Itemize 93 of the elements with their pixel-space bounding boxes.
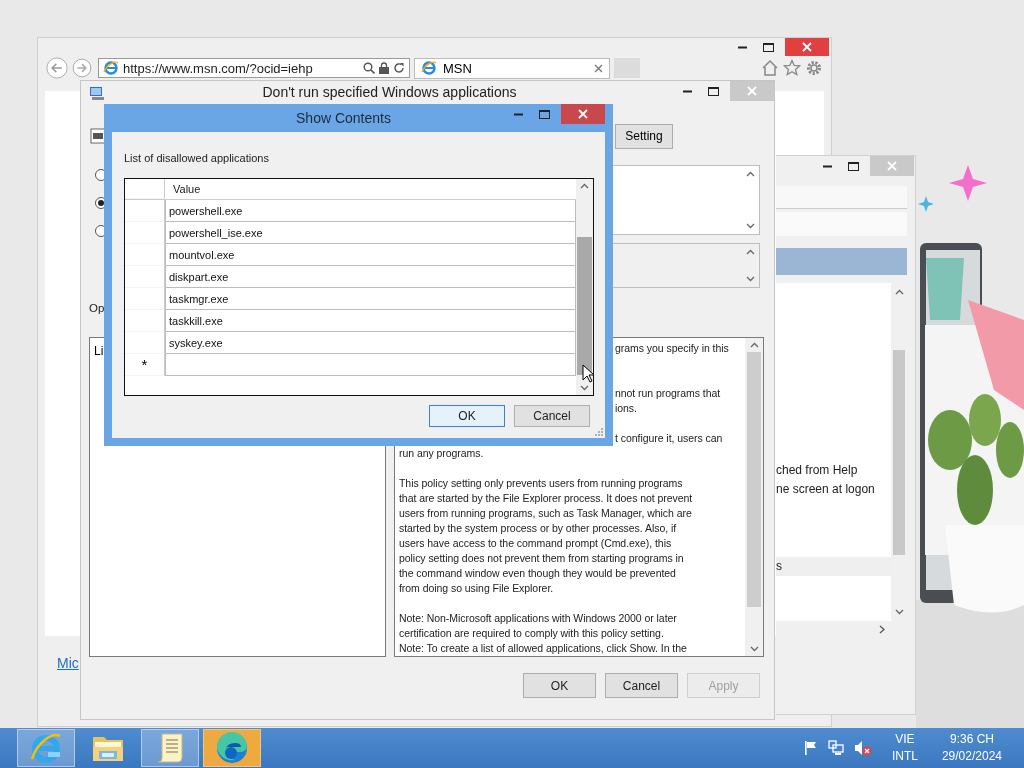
window-title: Don't run specified Windows applications bbox=[261, 83, 518, 100]
table-cell[interactable]: syskey.exe bbox=[165, 332, 576, 354]
help-text-line: Note: To create a list of allowed applications, click Show. In the bbox=[399, 641, 688, 656]
clock-time[interactable]: 9:36 CH bbox=[949, 731, 994, 748]
lock-icon bbox=[379, 62, 389, 74]
close-icon[interactable] bbox=[594, 63, 603, 73]
close-button[interactable] bbox=[785, 38, 829, 56]
help-text-line: users have access to the command prompt (Cmd.exe), this bbox=[399, 536, 673, 551]
forward-button[interactable] bbox=[72, 58, 92, 78]
dialog-button[interactable]: OK bbox=[523, 673, 596, 698]
table-cell[interactable]: mountvol.exe bbox=[165, 244, 576, 266]
scroll-up-icon[interactable] bbox=[580, 183, 589, 189]
scroll-up-icon[interactable] bbox=[894, 289, 904, 295]
dialog-button[interactable]: OK bbox=[429, 405, 505, 427]
maximize-icon bbox=[538, 109, 550, 119]
ie-icon bbox=[421, 60, 437, 76]
close-icon bbox=[802, 42, 812, 52]
help-text-line: grams you specify in this bbox=[615, 341, 730, 356]
close-button[interactable] bbox=[561, 104, 605, 124]
maximize-icon bbox=[847, 161, 859, 171]
scroll-up-icon[interactable] bbox=[749, 342, 759, 348]
help-text-line: from doing so using File Explorer. bbox=[399, 581, 555, 596]
maximize-icon bbox=[762, 42, 774, 52]
help-text-line: policy setting does not prevent them from starting programs in bbox=[399, 551, 685, 566]
close-icon bbox=[578, 109, 588, 119]
scrollbar[interactable] bbox=[745, 338, 763, 656]
speaker-muted-icon[interactable] bbox=[853, 740, 872, 756]
table-cell[interactable]: powershell.exe bbox=[165, 200, 576, 222]
help-text-line: users from running programs, such as Task Manager, which are bbox=[399, 506, 693, 521]
edge-icon bbox=[215, 731, 249, 765]
refresh-icon bbox=[393, 62, 405, 74]
resize-grip-icon[interactable] bbox=[594, 427, 603, 436]
options-text: Li bbox=[94, 344, 104, 358]
address-field[interactable]: https://www.msn.com/?ocid=iehp bbox=[98, 58, 410, 78]
text-fragment: ne screen at logon bbox=[776, 482, 876, 496]
scrollbar[interactable] bbox=[576, 179, 593, 395]
scroll-down-icon[interactable] bbox=[749, 646, 759, 652]
search-icon bbox=[363, 62, 375, 74]
next-setting-button[interactable]: Setting bbox=[615, 123, 673, 149]
dialog-button[interactable]: Cancel bbox=[605, 673, 678, 698]
star-icon[interactable] bbox=[783, 59, 801, 77]
help-text-line: the command window even though they would be prevented bbox=[399, 566, 677, 581]
table-cell[interactable]: taskmgr.exe bbox=[165, 288, 576, 310]
help-text-line: run any programs. bbox=[399, 446, 485, 461]
settings-icon[interactable] bbox=[805, 59, 823, 77]
help-text-line: started by the system process or by other processes. Also, if bbox=[399, 521, 678, 536]
link[interactable]: Mic bbox=[57, 655, 79, 671]
list-label: List of disallowed applications bbox=[124, 152, 270, 164]
keyboard-layout[interactable]: INTL bbox=[891, 748, 918, 765]
table-cell[interactable]: powershell_ise.exe bbox=[165, 222, 576, 244]
back-button[interactable] bbox=[46, 57, 68, 79]
computer-icon bbox=[89, 85, 105, 101]
minimize-icon bbox=[513, 112, 523, 116]
list-row: s bbox=[776, 557, 891, 576]
help-text-line: t configure it, users can bbox=[615, 431, 724, 446]
clock-date[interactable]: 29/02/2024 bbox=[941, 748, 1002, 765]
help-text-line: that are started by the File Explorer process. It does not prevent bbox=[399, 491, 694, 506]
dialog-button[interactable]: Cancel bbox=[514, 405, 590, 427]
language-indicator[interactable]: VIE bbox=[895, 731, 915, 748]
scroll-up-icon[interactable] bbox=[746, 171, 755, 177]
scroll-right-icon[interactable] bbox=[879, 625, 885, 634]
ie-icon bbox=[103, 60, 119, 76]
settings-page-icon bbox=[90, 128, 106, 144]
comment-field[interactable] bbox=[612, 165, 760, 235]
minimize-icon bbox=[737, 45, 747, 49]
help-text-line: nnot run programs that bbox=[615, 386, 722, 401]
close-icon bbox=[887, 161, 897, 171]
table-cell[interactable]: diskpart.exe bbox=[165, 266, 576, 288]
scroll-down-icon[interactable] bbox=[746, 223, 755, 229]
minimize-icon bbox=[822, 164, 832, 168]
options-label: Op bbox=[89, 302, 105, 314]
close-icon bbox=[747, 86, 757, 96]
minimize-icon bbox=[682, 89, 692, 93]
maximize-icon bbox=[707, 86, 719, 96]
ie-icon bbox=[29, 731, 63, 765]
column-header[interactable]: Value bbox=[165, 179, 201, 199]
help-text-line: Note: Non-Microsoft applications with Windows 2000 or later bbox=[399, 611, 678, 626]
taskbar-button[interactable] bbox=[203, 729, 261, 767]
help-text-line: certification are required to comply with this policy setting. bbox=[399, 626, 665, 641]
window-title: Show Contents bbox=[295, 109, 392, 126]
flag-icon[interactable] bbox=[803, 740, 818, 756]
browser-tab[interactable]: MSN bbox=[414, 57, 610, 79]
table-cell[interactable]: taskkill.exe bbox=[165, 310, 576, 332]
text-fragment: ched from Help bbox=[776, 463, 859, 477]
network-icon[interactable] bbox=[827, 740, 844, 756]
scroll-down-icon[interactable] bbox=[746, 276, 755, 282]
help-text-line: This policy setting only prevents users from running programs bbox=[399, 476, 684, 491]
scroll-down-icon[interactable] bbox=[580, 385, 589, 391]
scroll-down-icon[interactable] bbox=[894, 609, 904, 615]
table-cell[interactable] bbox=[165, 354, 576, 376]
help-text-line: ions. bbox=[615, 401, 638, 416]
scroll-up-icon[interactable] bbox=[746, 249, 755, 255]
scroll-icon bbox=[156, 732, 184, 764]
